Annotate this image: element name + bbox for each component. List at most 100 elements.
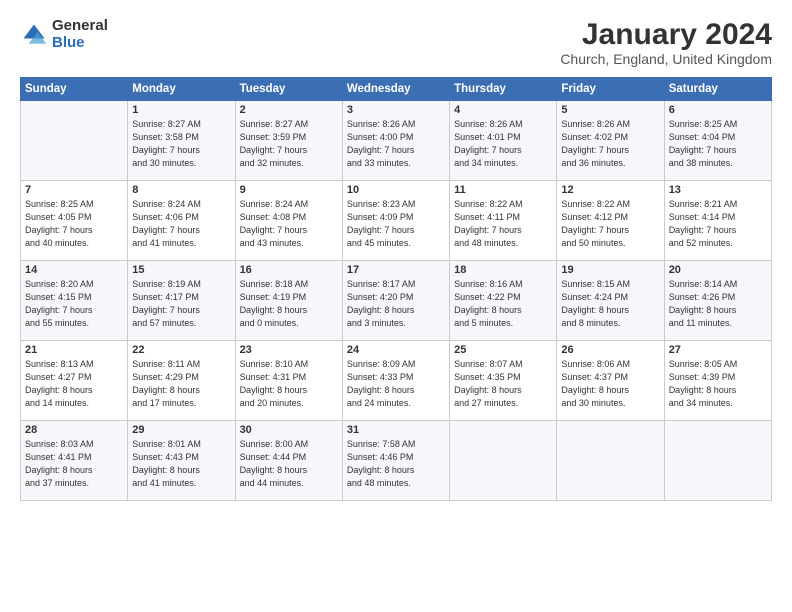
- day-number: 5: [561, 104, 659, 116]
- day-info-line: Sunrise: 8:13 AM: [25, 359, 94, 369]
- day-cell: 25Sunrise: 8:07 AMSunset: 4:35 PMDayligh…: [450, 341, 557, 421]
- day-number: 17: [347, 264, 445, 276]
- header-row: SundayMondayTuesdayWednesdayThursdayFrid…: [21, 78, 772, 101]
- day-cell: 7Sunrise: 8:25 AMSunset: 4:05 PMDaylight…: [21, 181, 128, 261]
- day-info-line: Sunset: 4:09 PM: [347, 212, 414, 222]
- day-info-line: Daylight: 8 hours: [132, 385, 200, 395]
- day-cell: 9Sunrise: 8:24 AMSunset: 4:08 PMDaylight…: [235, 181, 342, 261]
- day-info: Sunrise: 8:00 AMSunset: 4:44 PMDaylight:…: [240, 438, 338, 490]
- day-info: Sunrise: 8:19 AMSunset: 4:17 PMDaylight:…: [132, 278, 230, 330]
- day-cell: 1Sunrise: 8:27 AMSunset: 3:58 PMDaylight…: [128, 101, 235, 181]
- day-info: Sunrise: 8:23 AMSunset: 4:09 PMDaylight:…: [347, 198, 445, 250]
- day-info-line: and 45 minutes.: [347, 238, 411, 248]
- day-number: 31: [347, 424, 445, 436]
- day-info-line: and 8 minutes.: [561, 318, 620, 328]
- day-info-line: Daylight: 7 hours: [240, 145, 308, 155]
- day-info-line: Daylight: 8 hours: [240, 385, 308, 395]
- day-info-line: and 34 minutes.: [454, 158, 518, 168]
- week-row-2: 7Sunrise: 8:25 AMSunset: 4:05 PMDaylight…: [21, 181, 772, 261]
- day-info-line: Sunset: 4:11 PM: [454, 212, 520, 222]
- day-info: Sunrise: 8:27 AMSunset: 3:59 PMDaylight:…: [240, 118, 338, 170]
- day-info-line: Sunset: 3:58 PM: [132, 132, 199, 142]
- col-header-saturday: Saturday: [664, 78, 771, 101]
- day-cell: 12Sunrise: 8:22 AMSunset: 4:12 PMDayligh…: [557, 181, 664, 261]
- col-header-monday: Monday: [128, 78, 235, 101]
- day-info-line: and 5 minutes.: [454, 318, 513, 328]
- day-info-line: Daylight: 8 hours: [669, 385, 737, 395]
- day-info-line: Daylight: 8 hours: [132, 465, 200, 475]
- day-info-line: Daylight: 7 hours: [561, 225, 629, 235]
- day-cell: 24Sunrise: 8:09 AMSunset: 4:33 PMDayligh…: [342, 341, 449, 421]
- day-info-line: Sunset: 4:43 PM: [132, 452, 199, 462]
- day-info: Sunrise: 8:15 AMSunset: 4:24 PMDaylight:…: [561, 278, 659, 330]
- week-row-4: 21Sunrise: 8:13 AMSunset: 4:27 PMDayligh…: [21, 341, 772, 421]
- day-info-line: Daylight: 8 hours: [240, 465, 308, 475]
- day-info-line: and 33 minutes.: [347, 158, 411, 168]
- day-info-line: Sunset: 4:06 PM: [132, 212, 199, 222]
- day-cell: [450, 421, 557, 501]
- day-info: Sunrise: 8:09 AMSunset: 4:33 PMDaylight:…: [347, 358, 445, 410]
- day-info-line: Daylight: 8 hours: [669, 305, 737, 315]
- day-cell: 10 Sunrise: 8:23 AMSunset: 4:09 PMDayligh…: [342, 181, 449, 261]
- day-number: 14: [25, 264, 123, 276]
- day-number: 13: [669, 184, 767, 196]
- calendar-title: January 2024: [560, 18, 772, 51]
- day-cell: 13Sunrise: 8:21 AMSunset: 4:14 PMDayligh…: [664, 181, 771, 261]
- day-info-line: Sunset: 4:02 PM: [561, 132, 628, 142]
- day-info-line: Sunrise: 8:09 AM: [347, 359, 416, 369]
- day-info-line: Sunrise: 8:01 AM: [132, 439, 201, 449]
- day-cell: 27Sunrise: 8:05 AMSunset: 4:39 PMDayligh…: [664, 341, 771, 421]
- day-info-line: Sunset: 4:19 PM: [240, 292, 307, 302]
- day-number: 21: [25, 344, 123, 356]
- day-info-line: Sunrise: 8:27 AM: [240, 119, 309, 129]
- day-info-line: Sunrise: 7:58 AM: [347, 439, 416, 449]
- day-info: Sunrise: 8:26 AMSunset: 4:00 PMDaylight:…: [347, 118, 445, 170]
- day-info-line: Sunset: 4:44 PM: [240, 452, 307, 462]
- day-info: Sunrise: 8:26 AMSunset: 4:01 PMDaylight:…: [454, 118, 552, 170]
- day-info-line: Sunrise: 8:07 AM: [454, 359, 523, 369]
- day-number: 26: [561, 344, 659, 356]
- day-cell: 28Sunrise: 8:03 AMSunset: 4:41 PMDayligh…: [21, 421, 128, 501]
- day-info-line: Daylight: 7 hours: [347, 145, 415, 155]
- day-cell: 19 Sunrise: 8:15 AMSunset: 4:24 PMDayligh…: [557, 261, 664, 341]
- day-number: 10: [347, 184, 445, 196]
- day-info: Sunrise: 7:58 AMSunset: 4:46 PMDaylight:…: [347, 438, 445, 490]
- day-info-line: Sunset: 4:22 PM: [454, 292, 521, 302]
- day-info-line: Sunset: 4:04 PM: [669, 132, 736, 142]
- day-info-line: and 41 minutes.: [132, 238, 196, 248]
- day-info-line: Sunset: 4:05 PM: [25, 212, 92, 222]
- day-info-line: Sunrise: 8:25 AM: [669, 119, 738, 129]
- day-number: 18: [454, 264, 552, 276]
- col-header-wednesday: Wednesday: [342, 78, 449, 101]
- day-info-line: Sunrise: 8:19 AM: [132, 279, 201, 289]
- day-number: 12: [561, 184, 659, 196]
- logo-general-label: General: [52, 18, 108, 35]
- day-number: 3: [347, 104, 445, 116]
- day-info-line: Daylight: 7 hours: [132, 225, 200, 235]
- day-cell: 31 Sunrise: 7:58 AMSunset: 4:46 PMDayligh…: [342, 421, 449, 501]
- day-info-line: and 32 minutes.: [240, 158, 304, 168]
- day-info-line: Sunrise: 8:26 AM: [347, 119, 416, 129]
- day-info-line: Daylight: 7 hours: [25, 225, 93, 235]
- day-info-line: and 43 minutes.: [240, 238, 304, 248]
- day-info-line: Daylight: 8 hours: [347, 385, 415, 395]
- day-info-line: Sunset: 4:24 PM: [561, 292, 628, 302]
- day-cell: 20Sunrise: 8:14 AMSunset: 4:26 PMDayligh…: [664, 261, 771, 341]
- day-info-line: and 17 minutes.: [132, 398, 196, 408]
- day-info: Sunrise: 8:25 AMSunset: 4:05 PMDaylight:…: [25, 198, 123, 250]
- day-info-line: Sunset: 4:01 PM: [454, 132, 521, 142]
- day-cell: 22Sunrise: 8:11 AMSunset: 4:29 PMDayligh…: [128, 341, 235, 421]
- day-info-line: and 14 minutes.: [25, 398, 89, 408]
- day-number: 29: [132, 424, 230, 436]
- day-info-line: and 30 minutes.: [561, 398, 625, 408]
- day-info: Sunrise: 8:05 AMSunset: 4:39 PMDaylight:…: [669, 358, 767, 410]
- day-info-line: Sunset: 4:26 PM: [669, 292, 736, 302]
- day-cell: 18Sunrise: 8:16 AMSunset: 4:22 PMDayligh…: [450, 261, 557, 341]
- header: General Blue January 2024 Church, Englan…: [20, 18, 772, 67]
- day-info-line: Daylight: 7 hours: [669, 145, 737, 155]
- day-number: 19: [561, 264, 659, 276]
- day-cell: [21, 101, 128, 181]
- col-header-thursday: Thursday: [450, 78, 557, 101]
- day-info-line: Daylight: 7 hours: [132, 305, 200, 315]
- day-info-line: and 50 minutes.: [561, 238, 625, 248]
